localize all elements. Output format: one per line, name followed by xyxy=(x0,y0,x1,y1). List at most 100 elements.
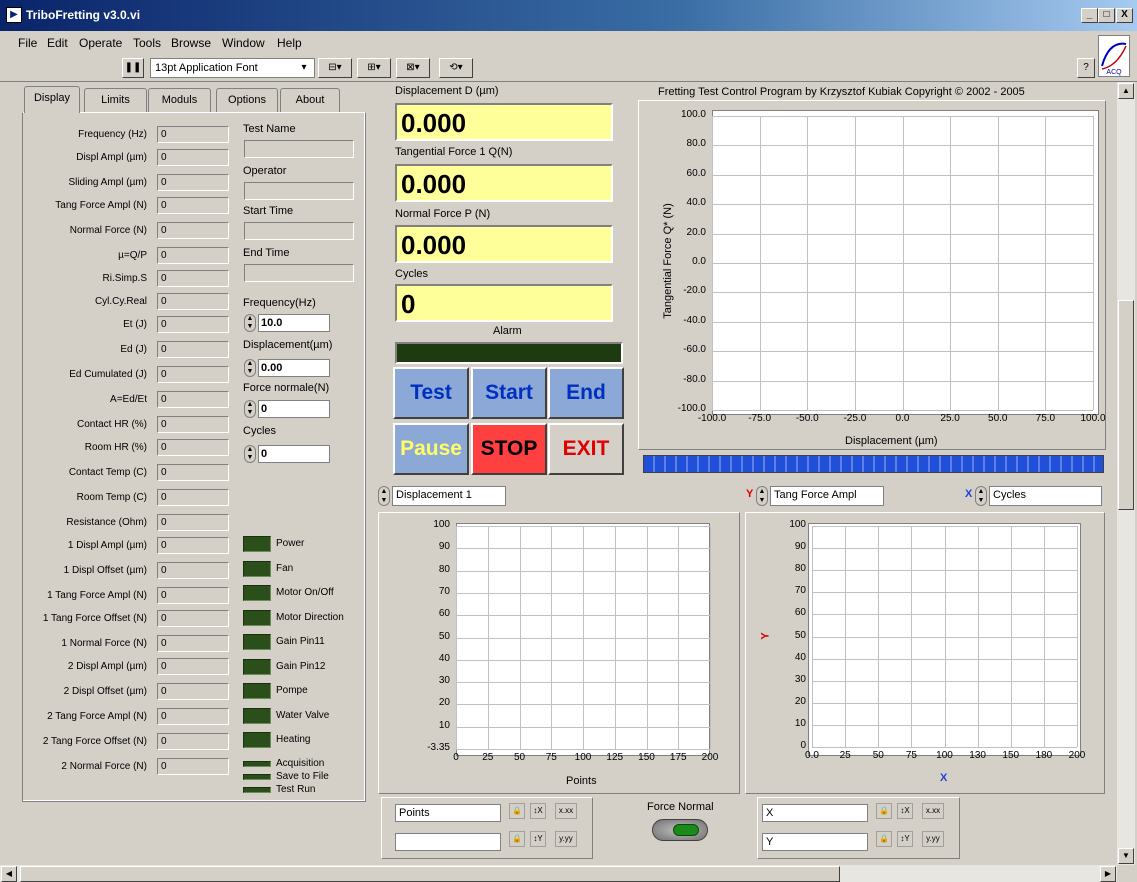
font-selector[interactable]: 13pt Application Font xyxy=(150,58,315,78)
force-normale-label: Force normale(N) xyxy=(243,382,330,394)
vi-logo-icon: ACQ xyxy=(1098,35,1130,77)
led-indicator xyxy=(243,609,271,626)
autoscale-x-icon[interactable]: ↕X xyxy=(530,803,546,819)
start-time-label: Start Time xyxy=(243,205,294,217)
spin-arrows-icon[interactable]: ▲ ▼ xyxy=(244,314,256,332)
right-graph-gridline-v xyxy=(911,526,913,747)
tab-display[interactable]: Display xyxy=(24,86,80,113)
title-bar[interactable]: ▶ TriboFretting v3.0.vi _ □ X xyxy=(0,0,1137,31)
right-scale-x-name[interactable]: X xyxy=(762,804,868,822)
cycles-value[interactable]: 0 xyxy=(258,445,330,463)
menu-tools[interactable]: Tools xyxy=(133,36,161,50)
force-normale-control[interactable]: ▲ ▼ 0 xyxy=(244,400,330,418)
stop-button[interactable]: STOP xyxy=(471,423,547,475)
field-value: 0 xyxy=(157,489,229,506)
field-label: Ed Cumulated (J) xyxy=(69,369,147,380)
vertical-scroll-thumb[interactable] xyxy=(1118,300,1134,510)
distribute-objects-icon[interactable]: ⊞▾ xyxy=(357,58,391,78)
tab-options[interactable]: Options xyxy=(216,88,278,112)
start-time-field[interactable] xyxy=(244,222,354,240)
autoscale-x-icon[interactable]: ↕X xyxy=(897,803,913,819)
scroll-left-icon[interactable]: ◀ xyxy=(1,866,17,882)
spin-arrows-icon[interactable]: ▲ ▼ xyxy=(244,445,256,463)
lock-icon[interactable]: 🔒 xyxy=(876,803,892,819)
right-graph-ytick: 10 xyxy=(794,717,806,729)
y-selector[interactable]: Tang Force Ampl xyxy=(770,486,884,506)
field-value: 0 xyxy=(157,416,229,433)
left-scale-y-name[interactable] xyxy=(395,833,501,851)
y-selector-spin-icon[interactable]: ▲ ▼ xyxy=(756,486,768,506)
format-x-icon[interactable]: x.xx xyxy=(555,803,577,819)
end-button[interactable]: End xyxy=(548,367,624,419)
pause-run-button[interactable]: ❚❚ xyxy=(122,58,144,78)
autoscale-y-icon[interactable]: ↕Y xyxy=(530,831,546,847)
menu-browse[interactable]: Browse xyxy=(171,36,211,50)
menu-help[interactable]: Help xyxy=(277,36,302,50)
menu-file[interactable]: File xyxy=(18,36,37,50)
main-graph-xtick: 75.0 xyxy=(1035,413,1056,424)
end-time-field[interactable] xyxy=(244,264,354,282)
force-normale-value[interactable]: 0 xyxy=(258,400,330,418)
left-graph-ytick: 60 xyxy=(438,608,450,620)
lock-icon[interactable]: 🔒 xyxy=(509,831,525,847)
tab-limits[interactable]: Limits xyxy=(84,88,147,112)
pause-button[interactable]: Pause xyxy=(393,423,469,475)
lock-icon[interactable]: 🔒 xyxy=(509,803,525,819)
maximize-button[interactable]: □ xyxy=(1098,8,1115,23)
help-icon[interactable]: ? xyxy=(1077,58,1095,78)
start-button[interactable]: Start xyxy=(471,367,547,419)
lock-icon[interactable]: 🔒 xyxy=(876,831,892,847)
x-selector[interactable]: Cycles xyxy=(989,486,1102,506)
left-scale-x-name[interactable]: Points xyxy=(395,804,501,822)
main-graph-xtick: -100.0 xyxy=(697,413,727,424)
frequency-control[interactable]: ▲ ▼ 10.0 xyxy=(244,314,330,332)
displacement-value[interactable]: 0.00 xyxy=(258,359,330,377)
tab-moduls[interactable]: Moduls xyxy=(148,88,211,112)
format-x-icon[interactable]: x.xx xyxy=(922,803,944,819)
menu-window[interactable]: Window xyxy=(222,36,265,50)
scroll-down-icon[interactable]: ▼ xyxy=(1118,848,1134,864)
scroll-up-icon[interactable]: ▲ xyxy=(1118,83,1134,99)
force-normal-switch[interactable] xyxy=(652,819,708,841)
left-graph-ytick: 90 xyxy=(438,541,450,553)
format-y-icon[interactable]: y.yy xyxy=(922,831,944,847)
test-button[interactable]: Test xyxy=(393,367,469,419)
minimize-button[interactable]: _ xyxy=(1081,8,1098,23)
test-name-field[interactable] xyxy=(244,140,354,158)
right-scale-y-name[interactable]: Y xyxy=(762,833,868,851)
align-objects-icon[interactable]: ⊟▾ xyxy=(318,58,352,78)
displacement-control[interactable]: ▲ ▼ 0.00 xyxy=(244,359,330,377)
main-graph-xtick: 50.0 xyxy=(988,413,1008,424)
led-label: Water Valve xyxy=(276,709,330,721)
resize-objects-icon[interactable]: ⊠▾ xyxy=(396,58,430,78)
menu-operate[interactable]: Operate xyxy=(79,36,122,50)
right-graph-gridline-v xyxy=(944,526,946,747)
menu-edit[interactable]: Edit xyxy=(47,36,68,50)
left-graph-selector[interactable]: Displacement 1 xyxy=(392,486,506,506)
left-graph-ytick: 10 xyxy=(438,719,450,731)
selector-spin-icon[interactable]: ▲ ▼ xyxy=(378,486,390,506)
left-graph-xtick: 200 xyxy=(701,752,719,763)
exit-button[interactable]: EXIT xyxy=(548,423,624,475)
x-selector-spin-icon[interactable]: ▲ ▼ xyxy=(975,486,987,506)
close-button[interactable]: X xyxy=(1116,8,1133,23)
main-graph-xtick: 25.0 xyxy=(940,413,960,424)
field-value: 0 xyxy=(157,758,229,775)
field-value: 0 xyxy=(157,197,229,214)
spin-arrows-icon[interactable]: ▲ ▼ xyxy=(244,359,256,377)
format-y-icon[interactable]: y.yy xyxy=(555,831,577,847)
frequency-value[interactable]: 10.0 xyxy=(258,314,330,332)
field-label: 1 Displ Ampl (µm) xyxy=(67,540,147,551)
field-label: Room HR (%) xyxy=(84,442,147,453)
autoscale-y-icon[interactable]: ↕Y xyxy=(897,831,913,847)
scroll-right-icon[interactable]: ▶ xyxy=(1100,866,1116,882)
spin-arrows-icon[interactable]: ▲ ▼ xyxy=(244,400,256,418)
horizontal-scroll-thumb[interactable] xyxy=(20,866,840,882)
operator-field[interactable] xyxy=(244,182,354,200)
reorder-icon[interactable]: ⟲▾ xyxy=(439,58,473,78)
field-label: Ed (J) xyxy=(120,344,147,355)
font-dropdown-icon[interactable]: ▾ xyxy=(295,59,313,77)
field-value: 0 xyxy=(157,149,229,166)
cycles-control[interactable]: ▲ ▼ 0 xyxy=(244,445,330,463)
tab-about[interactable]: About xyxy=(280,88,340,112)
